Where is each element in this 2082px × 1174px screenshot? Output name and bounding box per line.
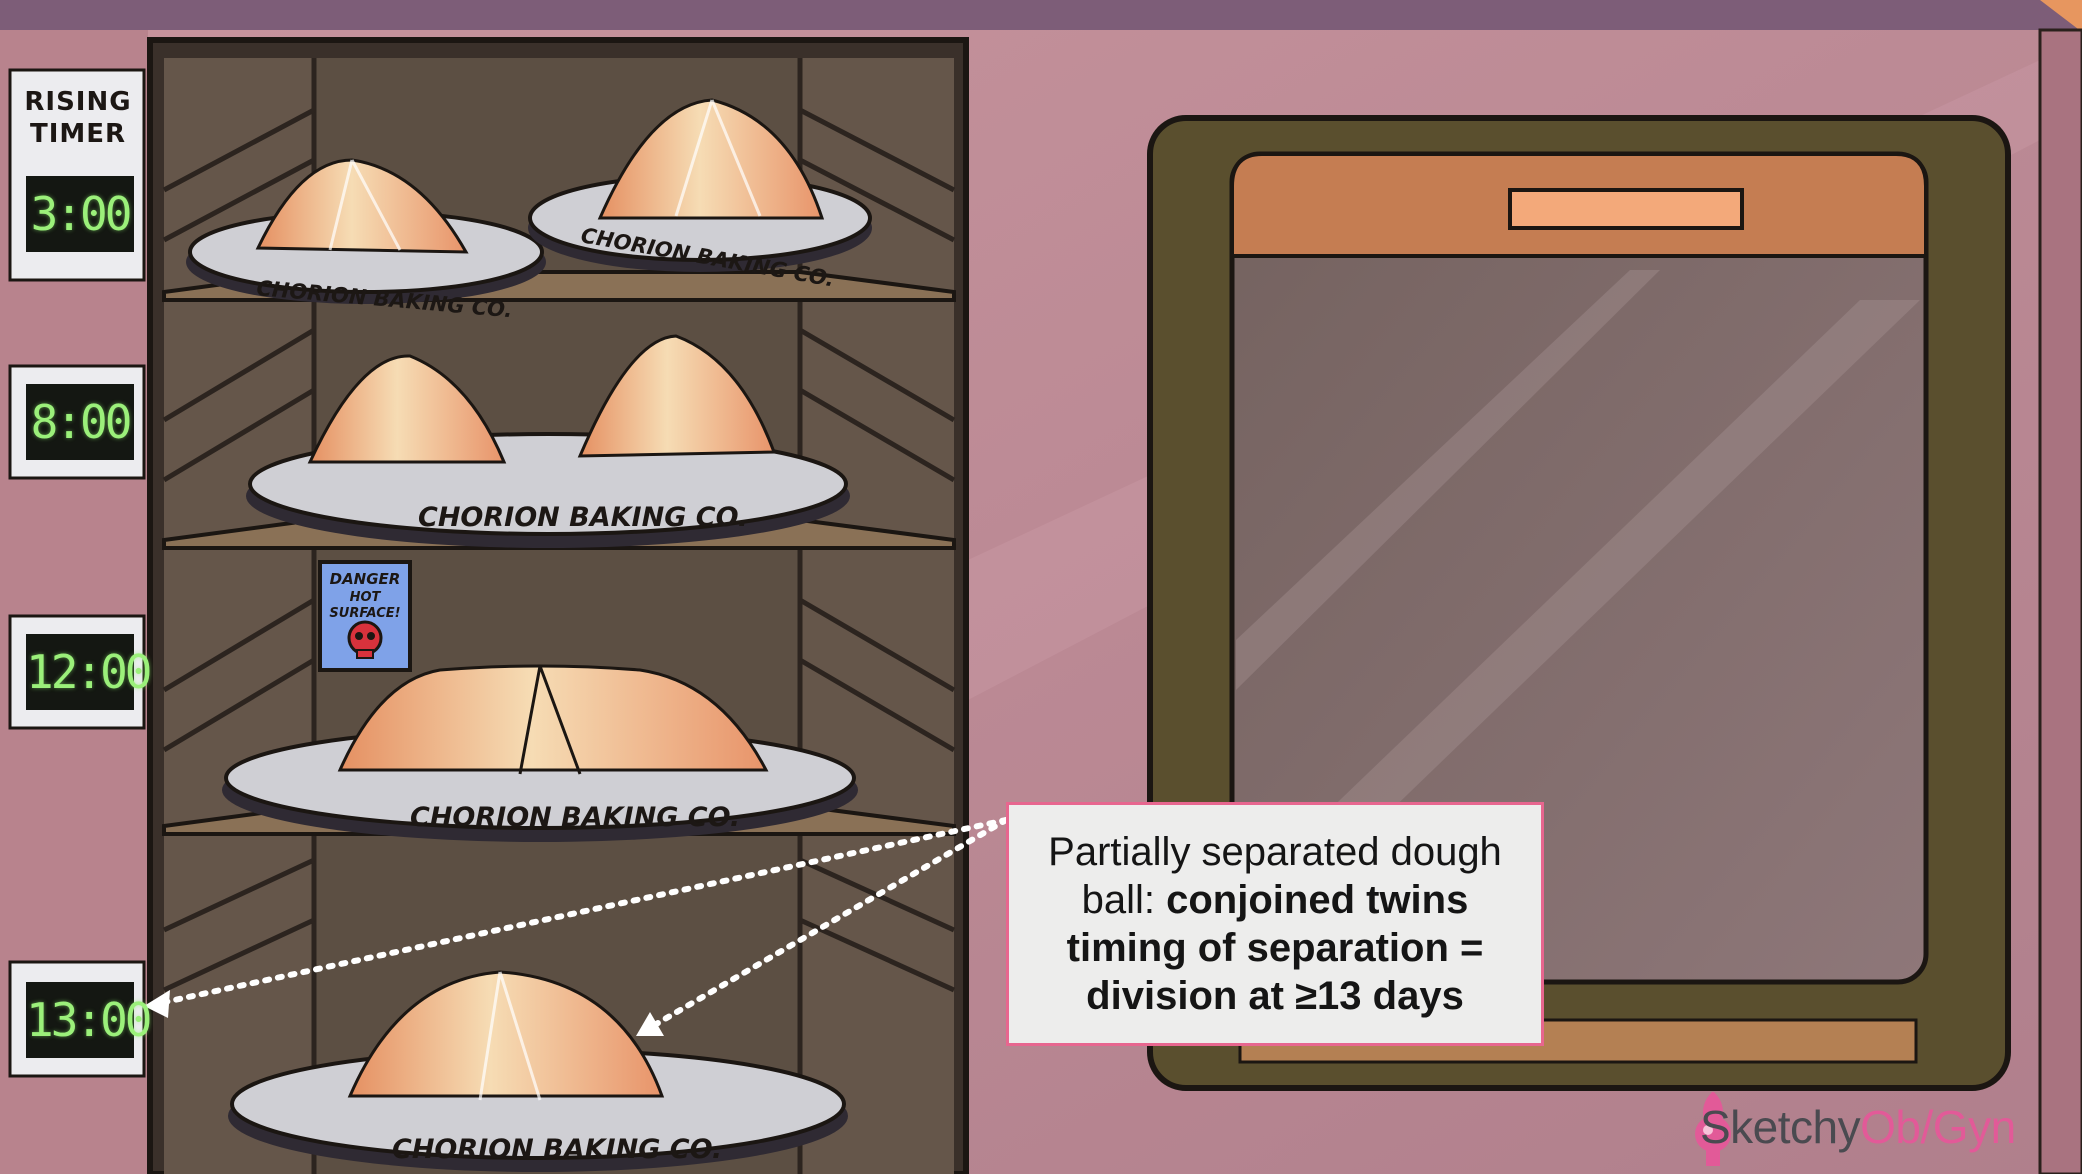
brand-name-accent: Ob/Gyn	[1860, 1101, 2016, 1153]
callout-box: Partially separated dough ball: conjoine…	[1006, 802, 1544, 1046]
timer-readout-2: 8:00	[26, 384, 134, 460]
plate-label: CHORION BAKING CO.	[410, 802, 740, 833]
brand-wordmark: Sketchy Ob/Gyn	[1700, 1092, 2016, 1162]
surface-text: SURFACE!	[329, 606, 400, 621]
top-strip	[0, 0, 2082, 30]
rising-timer-title-line2: TIMER	[29, 119, 127, 149]
oven-handle	[1508, 188, 1744, 230]
scene: CHORION BAKING CO. CHORION BAKING CO. CH…	[0, 0, 2082, 1174]
right-pillar	[2038, 28, 2082, 1174]
callout-bold-3: division at ≥13 days	[1086, 974, 1464, 1018]
danger-text: DANGER	[330, 570, 401, 588]
callout-bold-1: conjoined twins	[1166, 878, 1469, 922]
timer-readout-4: 13:00	[26, 982, 152, 1058]
timer-readout-3: 12:00	[26, 634, 152, 710]
callout-text: Partially separated dough ball: conjoine…	[1027, 828, 1523, 1020]
danger-sign: DANGER HOT SURFACE!	[318, 560, 412, 672]
callout-bold-2: timing of separation =	[1066, 926, 1484, 970]
plate-label: CHORION BAKING CO.	[392, 1134, 722, 1165]
brand-name: Sketchy	[1700, 1101, 1861, 1153]
rising-timer-title: RISING TIMER	[14, 86, 142, 150]
plate-label: CHORION BAKING CO.	[418, 502, 748, 533]
rising-timer-title-line1: RISING	[24, 87, 132, 117]
timer-readout-1: 3:00	[26, 176, 134, 252]
hot-text: HOT	[350, 590, 382, 605]
